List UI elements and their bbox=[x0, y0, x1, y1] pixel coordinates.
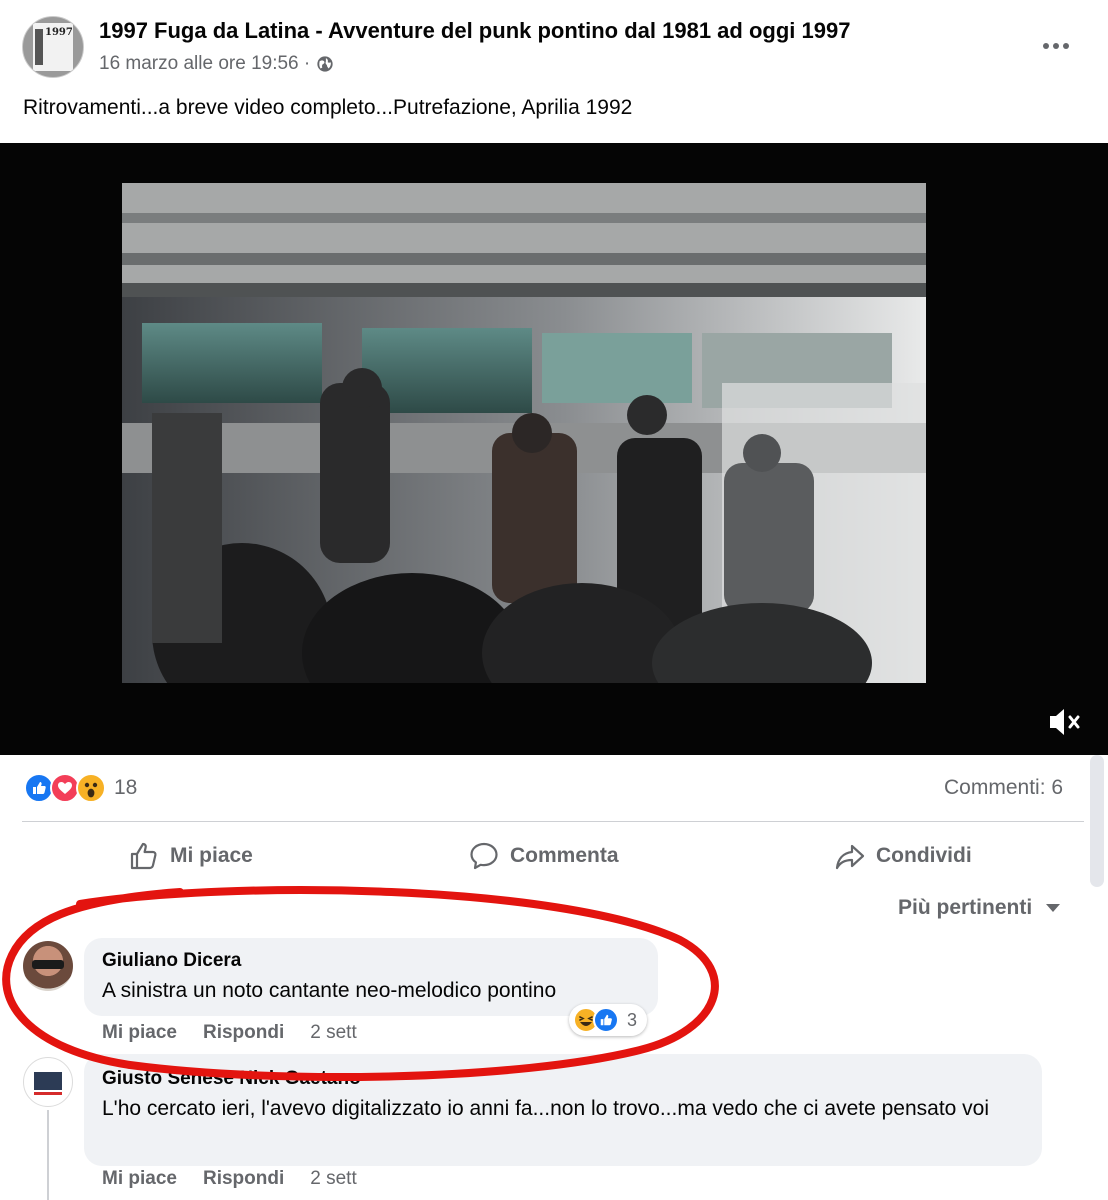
video-frame bbox=[122, 183, 926, 683]
like-icon bbox=[593, 1007, 619, 1033]
page-name-link[interactable]: 1997 Fuga da Latina - Avventure del punk… bbox=[99, 18, 850, 44]
more-options-button[interactable] bbox=[1040, 36, 1072, 56]
comment-reply-link[interactable]: Rispondi bbox=[203, 1168, 284, 1190]
dot bbox=[1063, 43, 1069, 49]
video-still bbox=[122, 183, 926, 683]
sort-label: Più pertinenti bbox=[898, 896, 1033, 919]
avatar-sunglasses bbox=[32, 960, 64, 969]
avatar[interactable] bbox=[23, 941, 73, 991]
comment-bubble: Giuliano Dicera A sinistra un noto canta… bbox=[84, 938, 658, 1016]
avatar[interactable] bbox=[23, 1057, 73, 1107]
share-button[interactable]: Condividi bbox=[834, 838, 972, 874]
video-player[interactable] bbox=[0, 143, 1108, 755]
scrollbar[interactable] bbox=[1090, 755, 1104, 887]
comment-actions: Mi piace Rispondi 2 sett bbox=[102, 1022, 357, 1044]
comment-author[interactable]: Giusto Senese Nick Gaetano bbox=[102, 1068, 361, 1090]
speaker-muted-icon[interactable] bbox=[1046, 705, 1086, 739]
reaction-count: 18 bbox=[114, 776, 138, 799]
thread-line bbox=[47, 1110, 49, 1200]
comment-reaction-count: 3 bbox=[627, 1009, 638, 1030]
post-text: Ritrovamenti...a breve video completo...… bbox=[23, 96, 633, 119]
share-icon bbox=[835, 844, 865, 870]
comment-label: Commenta bbox=[510, 844, 619, 867]
like-button[interactable]: Mi piace bbox=[128, 838, 253, 874]
comment-actions: Mi piace Rispondi 2 sett bbox=[102, 1168, 357, 1190]
avatar-stripe bbox=[34, 1092, 62, 1095]
comment-bubble: Giusto Senese Nick Gaetano L'ho cercato … bbox=[84, 1054, 1042, 1166]
caret-down-icon bbox=[1046, 904, 1061, 912]
dot bbox=[1053, 43, 1059, 49]
avatar-poster-text: 1997 bbox=[45, 27, 73, 38]
like-label: Mi piace bbox=[170, 844, 253, 867]
comment-author[interactable]: Giuliano Dicera bbox=[102, 950, 241, 972]
comment-time[interactable]: 2 sett bbox=[310, 1168, 356, 1190]
post-meta: 16 marzo alle ore 19:56 · bbox=[99, 53, 334, 75]
comment-time[interactable]: 2 sett bbox=[310, 1022, 356, 1044]
comment-like-link[interactable]: Mi piace bbox=[102, 1022, 177, 1044]
dot bbox=[1043, 43, 1049, 49]
comment-text: L'ho cercato ieri, l'avevo digitalizzato… bbox=[102, 1097, 990, 1120]
comment-reactions[interactable]: 3 bbox=[569, 1004, 648, 1036]
divider bbox=[22, 821, 1084, 822]
comment-like-link[interactable]: Mi piace bbox=[102, 1168, 177, 1190]
comment-icon bbox=[470, 842, 498, 870]
avatar-image bbox=[34, 1072, 62, 1090]
comment-text: A sinistra un noto cantante neo-melodico… bbox=[102, 979, 557, 1002]
comments-count-link[interactable]: Commenti: 6 bbox=[944, 776, 1063, 800]
post-timestamp[interactable]: 16 marzo alle ore 19:56 · bbox=[99, 53, 310, 75]
page-avatar[interactable]: 1997 bbox=[22, 16, 84, 78]
avatar-poster-bar bbox=[35, 29, 43, 65]
thumbs-up-icon bbox=[130, 842, 157, 870]
comment-reply-link[interactable]: Rispondi bbox=[203, 1022, 284, 1044]
share-label: Condividi bbox=[876, 844, 972, 867]
comment-sort-dropdown[interactable]: Più pertinenti bbox=[898, 896, 1061, 920]
reaction-summary[interactable]: 18 bbox=[24, 773, 137, 803]
comment-button[interactable]: Commenta bbox=[468, 838, 619, 874]
globe-icon[interactable] bbox=[316, 55, 334, 73]
wow-icon bbox=[76, 773, 106, 803]
